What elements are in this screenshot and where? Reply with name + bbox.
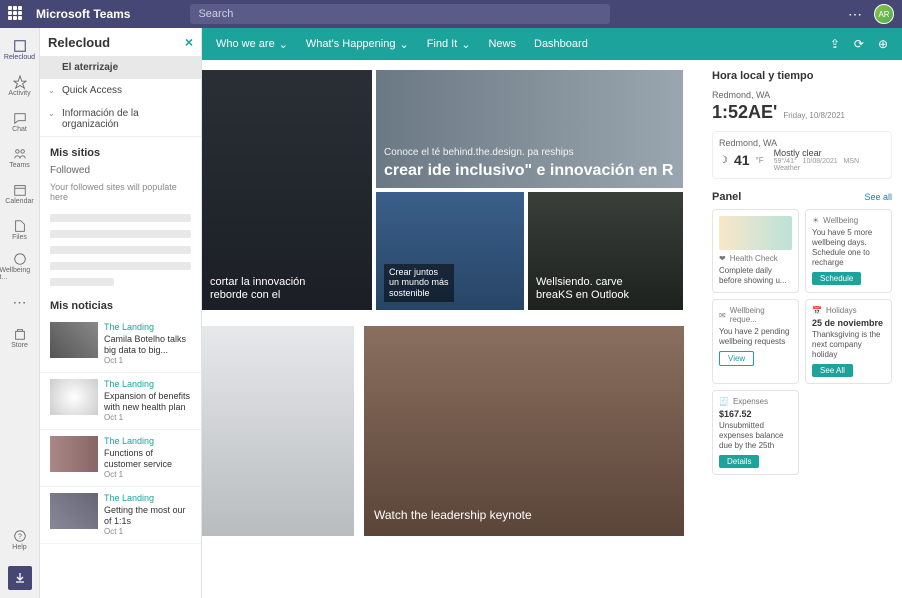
hero-tile[interactable]: Wellsiendo. carvebreaKS en Outlook — [528, 192, 683, 310]
chevron-down-icon: ⌄ — [48, 86, 55, 95]
download-button[interactable] — [8, 566, 32, 590]
skeleton-line — [50, 278, 114, 286]
more-icon[interactable]: ⋯ — [848, 6, 862, 23]
panel-heading: Panel — [712, 191, 741, 203]
chevron-down-icon: ⌄ — [399, 38, 408, 51]
moon-icon: ☽ — [719, 155, 728, 166]
hero-tile[interactable]: Crear juntosun mundo mássostenible — [376, 192, 524, 310]
side-panel: Relecloud × El aterrizaje ⌄Quick Access … — [40, 28, 202, 598]
time-heading: Hora local y tiempo — [712, 70, 892, 82]
rail-activity[interactable]: Activity — [0, 68, 40, 104]
news-thumbnail — [50, 379, 98, 415]
secondary-tile[interactable] — [202, 326, 354, 536]
nav-news[interactable]: News — [488, 38, 516, 50]
news-item[interactable]: The LandingGetting the most our of 1:1sO… — [40, 487, 201, 544]
nav-who-we-are[interactable]: Who we are ⌄ — [216, 38, 288, 51]
sun-icon: ☀ — [812, 216, 819, 225]
receipt-icon: 🧾 — [719, 397, 729, 406]
nav-el-aterrizaje[interactable]: El aterrizaje — [40, 56, 201, 79]
app-launcher-icon[interactable] — [8, 6, 24, 22]
nav-quick-access[interactable]: ⌄Quick Access — [40, 79, 201, 102]
globe-icon[interactable]: ⊕ — [878, 37, 888, 51]
card-holidays[interactable]: 📅Holidays 25 de noviembre Thanksgiving i… — [805, 299, 892, 384]
nav-find-it[interactable]: Find It ⌄ — [427, 38, 471, 51]
title-bar: Microsoft Teams ⋯ AR — [0, 0, 902, 28]
chevron-down-icon: ⌄ — [279, 38, 288, 51]
close-icon[interactable]: × — [185, 34, 193, 50]
search-wrap — [190, 4, 610, 24]
news-item[interactable]: The LandingExpansion of benefits with ne… — [40, 373, 201, 430]
skeleton-line — [50, 246, 191, 254]
my-news-heading: Mis noticias — [40, 290, 201, 316]
rail-help[interactable]: ?Help — [0, 522, 40, 558]
card-health-check[interactable]: ❤Health Check Complete daily before show… — [712, 209, 799, 293]
rail-files[interactable]: Files — [0, 212, 40, 248]
calendar-icon: 📅 — [812, 306, 822, 315]
rail-relecloud[interactable]: Relecloud — [0, 32, 40, 68]
search-input[interactable] — [190, 4, 610, 24]
news-thumbnail — [50, 493, 98, 529]
weather-card[interactable]: Redmond, WA ☽ 41 °F Mostly clear 59°/41°… — [712, 131, 892, 179]
rail-more[interactable]: ⋯ — [0, 284, 40, 320]
heart-icon: ❤ — [719, 254, 726, 263]
news-item[interactable]: The LandingCamila Botelho talks big data… — [40, 316, 201, 373]
nav-dashboard[interactable]: Dashboard — [534, 38, 588, 50]
followed-empty-text: Your followed sites will populate here — [40, 180, 201, 210]
news-thumbnail — [50, 322, 98, 358]
local-date: Friday, 10/8/2021 — [783, 111, 845, 120]
rail-calendar[interactable]: Calendar — [0, 176, 40, 212]
see-all-link[interactable]: See all — [864, 192, 892, 202]
svg-text:?: ? — [18, 534, 22, 541]
hero-tile[interactable]: cortar la innovaciónreborde con el — [202, 70, 372, 310]
view-button[interactable]: View — [719, 351, 754, 366]
tile-caption: Watch the leadership keynote — [374, 508, 532, 522]
secondary-tile[interactable]: Watch the leadership keynote — [364, 326, 684, 536]
card-expenses[interactable]: 🧾Expenses $167.52 Unsubmitted expenses b… — [712, 390, 799, 475]
app-rail: Relecloud Activity Chat Teams Calendar F… — [0, 28, 40, 598]
skeleton-line — [50, 230, 191, 238]
news-item[interactable]: The LandingFunctions of customer service… — [40, 430, 201, 487]
news-thumbnail — [50, 436, 98, 472]
inbox-icon: ✉ — [719, 311, 726, 320]
site-navbar: Who we are ⌄ What's Happening ⌄ Find It … — [202, 28, 902, 60]
skeleton-line — [50, 214, 191, 222]
schedule-button[interactable]: Schedule — [812, 272, 861, 285]
rail-chat[interactable]: Chat — [0, 104, 40, 140]
chevron-down-icon: ⌄ — [461, 38, 470, 51]
chevron-down-icon: ⌄ — [48, 109, 55, 118]
my-sites-heading: Mis sitios — [40, 137, 201, 163]
card-wellbeing-days[interactable]: ☀Wellbeing You have 5 more wellbeing day… — [805, 209, 892, 293]
main-content: Who we are ⌄ What's Happening ⌄ Find It … — [202, 28, 902, 598]
location-text: Redmond, WA — [712, 90, 892, 100]
details-button[interactable]: Details — [719, 455, 759, 468]
see-all-button[interactable]: See All — [812, 364, 853, 377]
card-illustration — [719, 216, 792, 250]
panel-title: Relecloud — [48, 35, 110, 50]
app-title: Microsoft Teams — [36, 7, 130, 21]
hero-tile[interactable]: Conoce el té behind.the.design. pa reshi… — [376, 70, 683, 188]
rail-teams[interactable]: Teams — [0, 140, 40, 176]
rail-wellbeing[interactable]: Wellbeing t... — [0, 248, 40, 284]
refresh-icon[interactable]: ⟳ — [854, 37, 864, 51]
share-icon[interactable]: ⇪ — [830, 37, 840, 51]
nav-whats-happening[interactable]: What's Happening ⌄ — [306, 38, 409, 51]
rail-store[interactable]: Store — [0, 320, 40, 356]
avatar[interactable]: AR — [874, 4, 894, 24]
nav-org-info[interactable]: ⌄Información de la organización — [40, 102, 201, 136]
skeleton-line — [50, 262, 191, 270]
local-time: 1:52AE' — [712, 102, 777, 123]
card-wellbeing-requests[interactable]: ✉Wellbeing reque... You have 2 pending w… — [712, 299, 799, 384]
right-column: Hora local y tiempo Redmond, WA 1:52AE' … — [702, 60, 902, 598]
followed-label: Followed — [40, 163, 201, 180]
